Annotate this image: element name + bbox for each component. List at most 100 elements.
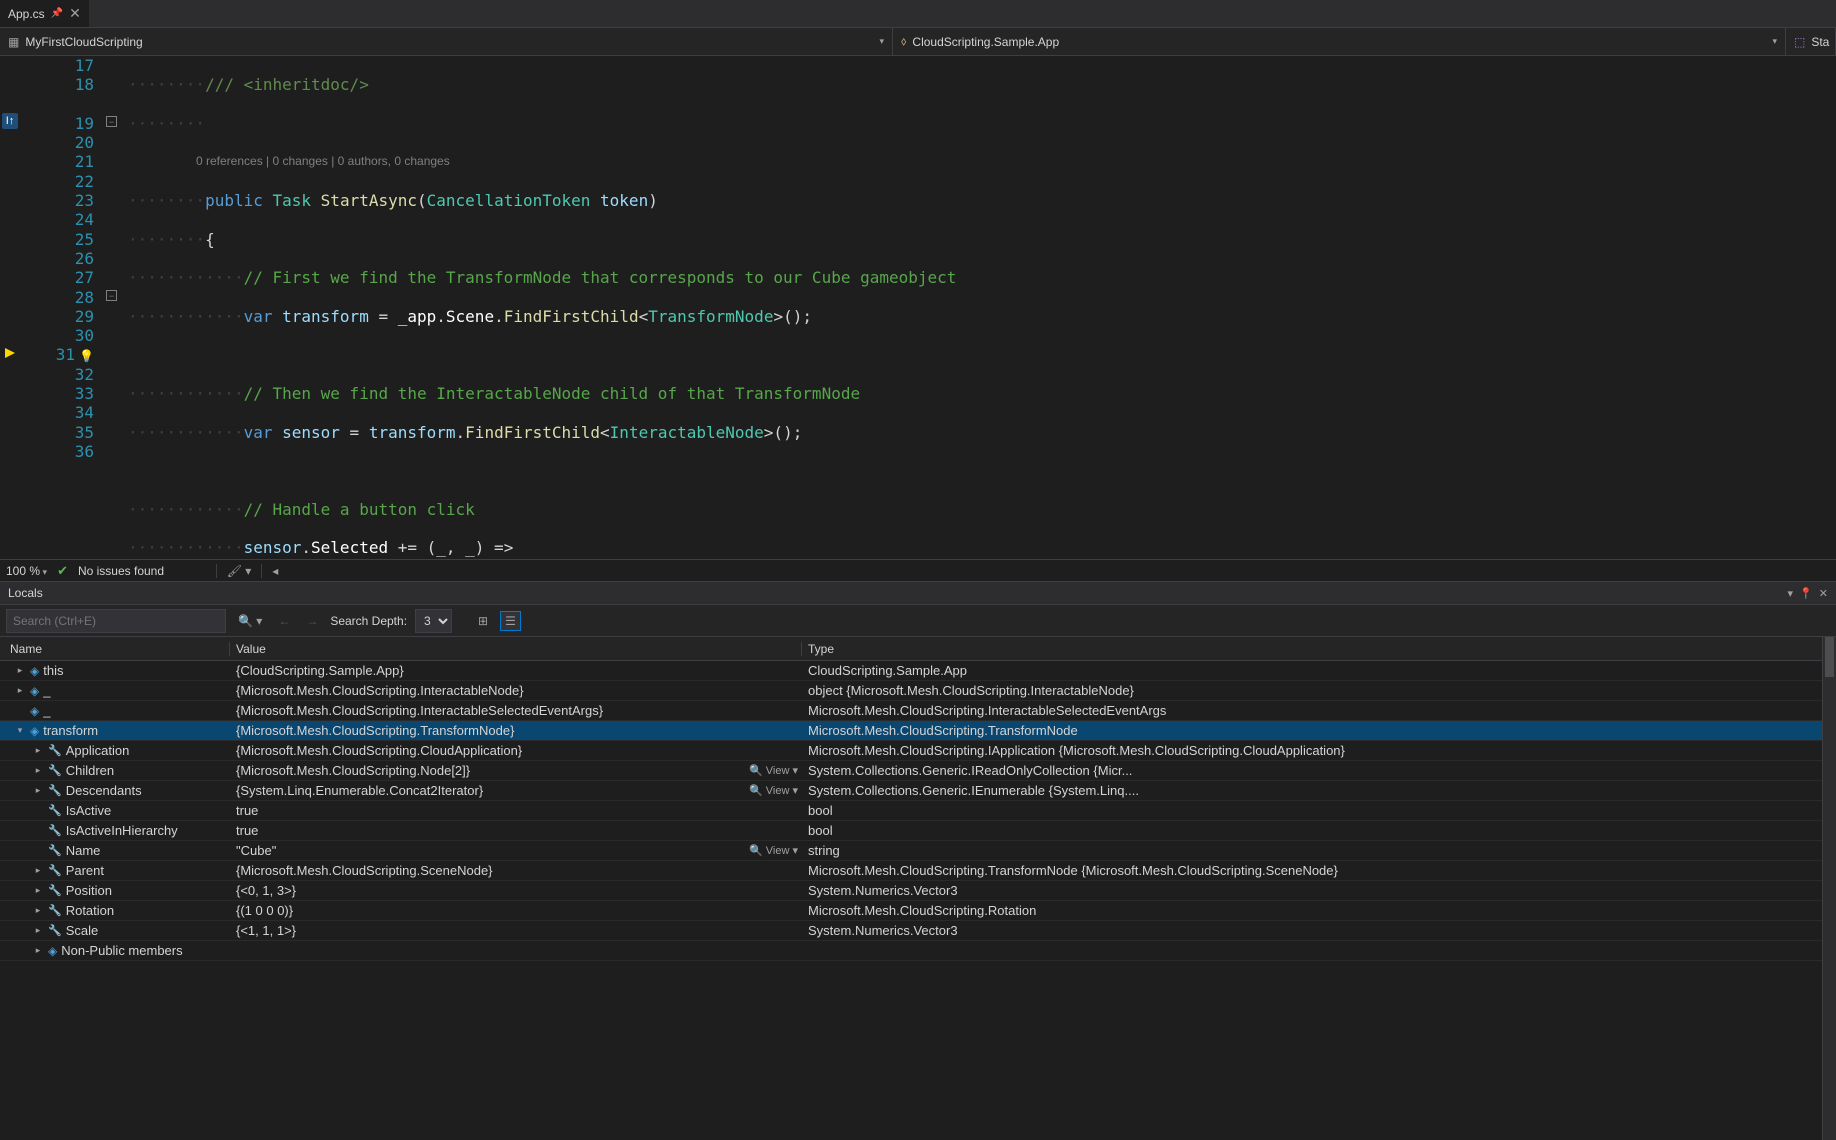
- locals-grid-header[interactable]: Name Value Type: [0, 637, 1836, 661]
- locals-name: Position: [66, 883, 112, 898]
- expander-icon[interactable]: ▸: [14, 665, 26, 676]
- locals-row[interactable]: 🔧IsActivetruebool: [0, 801, 1836, 821]
- breakpoint-margin[interactable]: I↑: [0, 56, 22, 559]
- method-cube-icon: ⬚: [1794, 35, 1805, 49]
- col-header-value[interactable]: Value: [230, 642, 802, 656]
- file-tab[interactable]: App.cs 📌 ✕: [0, 0, 89, 27]
- nav-prev-icon[interactable]: ←: [274, 612, 294, 630]
- locals-row[interactable]: ▸◈Non-Public members: [0, 941, 1836, 961]
- project-name: MyFirstCloudScripting: [25, 35, 142, 49]
- object-cube-icon: ◈: [30, 684, 39, 698]
- close-icon[interactable]: ✕: [1819, 587, 1828, 600]
- search-input[interactable]: [6, 609, 226, 633]
- locals-row[interactable]: ▸🔧Rotation{(1 0 0 0)}Microsoft.Mesh.Clou…: [0, 901, 1836, 921]
- locals-panel-header[interactable]: Locals ▾ 📍 ✕: [0, 581, 1836, 605]
- locals-row[interactable]: ▸◈_{Microsoft.Mesh.CloudScripting.Intera…: [0, 681, 1836, 701]
- locals-row[interactable]: ▸🔧Parent{Microsoft.Mesh.CloudScripting.S…: [0, 861, 1836, 881]
- locals-name: Application: [66, 743, 130, 758]
- locals-type: CloudScripting.Sample.App: [802, 663, 1836, 678]
- locals-type: bool: [802, 803, 1836, 818]
- locals-toolbar: 🔍 ▾ ← → Search Depth: 3 ⊞ ☰: [0, 605, 1836, 637]
- expander-icon[interactable]: ▸: [32, 865, 44, 876]
- expander-icon[interactable]: ▸: [32, 925, 44, 936]
- object-cube-icon: ◈: [48, 944, 57, 958]
- locals-row[interactable]: ▸🔧Scale{<1, 1, 1>}System.Numerics.Vector…: [0, 921, 1836, 941]
- locals-value: "Cube": [236, 843, 276, 858]
- locals-grid[interactable]: Name Value Type ▸◈this{CloudScripting.Sa…: [0, 637, 1836, 1140]
- locals-row[interactable]: ▸🔧Children{Microsoft.Mesh.CloudScripting…: [0, 761, 1836, 781]
- view-visualizer-link[interactable]: 🔍 View ▾: [749, 844, 802, 857]
- search-icon[interactable]: 🔍 ▾: [234, 612, 266, 630]
- locals-row[interactable]: ◈_{Microsoft.Mesh.CloudScripting.Interac…: [0, 701, 1836, 721]
- search-depth-label: Search Depth:: [330, 614, 407, 628]
- locals-row[interactable]: ▸ 🔧 Application {Microsoft.Mesh.CloudScript…: [0, 741, 1836, 761]
- locals-type: Microsoft.Mesh.CloudScripting.TransformN…: [802, 863, 1836, 878]
- info-bookmark-icon[interactable]: I↑: [2, 113, 18, 129]
- search-depth-select[interactable]: 3: [415, 609, 452, 633]
- col-header-name[interactable]: Name: [0, 642, 230, 656]
- locals-row[interactable]: ▸🔧Position{<0, 1, 3>}System.Numerics.Vec…: [0, 881, 1836, 901]
- member-name: Sta: [1811, 35, 1829, 49]
- locals-row[interactable]: 🔧IsActiveInHierarchytruebool: [0, 821, 1836, 841]
- issues-status[interactable]: No issues found: [78, 564, 164, 578]
- expander-icon[interactable]: ▸: [14, 685, 26, 696]
- expander-icon[interactable]: ▸: [32, 785, 44, 796]
- expander-icon[interactable]: ▸: [32, 765, 44, 776]
- object-cube-icon: ◈: [30, 724, 39, 738]
- locals-type: object {Microsoft.Mesh.CloudScripting.In…: [802, 683, 1836, 698]
- window-position-icon[interactable]: ▾: [1788, 587, 1794, 600]
- zoom-dropdown[interactable]: 100 %: [6, 564, 47, 578]
- debug-current-arrow-icon: [2, 345, 18, 361]
- tree-view-icon[interactable]: ⊞: [474, 612, 492, 630]
- expander-icon[interactable]: ▸: [32, 745, 44, 756]
- codelens[interactable]: 0 references | 0 changes | 0 authors, 0 …: [126, 152, 1836, 171]
- locals-type: System.Collections.Generic.IEnumerable {…: [802, 783, 1836, 798]
- project-dropdown[interactable]: ▦ MyFirstCloudScripting ▾: [0, 28, 893, 55]
- fold-toggle[interactable]: −: [106, 290, 117, 301]
- locals-type: Microsoft.Mesh.CloudScripting.TransformN…: [802, 723, 1836, 738]
- locals-type: Microsoft.Mesh.CloudScripting.Interactab…: [802, 703, 1836, 718]
- locals-name: this: [43, 663, 63, 678]
- col-header-type[interactable]: Type: [802, 642, 1836, 656]
- expander-icon[interactable]: ▸: [32, 885, 44, 896]
- locals-name: Scale: [66, 923, 99, 938]
- member-dropdown[interactable]: ⬚ Sta: [1786, 28, 1836, 55]
- property-wrench-icon: 🔧: [48, 744, 62, 757]
- property-wrench-icon: 🔧: [48, 884, 62, 897]
- locals-value: {System.Linq.Enumerable.Concat2Iterator}: [236, 783, 483, 798]
- locals-row[interactable]: 🔧Name"Cube"🔍 View ▾string: [0, 841, 1836, 861]
- nav-next-icon[interactable]: →: [302, 612, 322, 630]
- nav-back-icon[interactable]: ◂: [272, 564, 278, 578]
- locals-value: {Microsoft.Mesh.CloudScripting.Interacta…: [236, 683, 524, 698]
- locals-value: {Microsoft.Mesh.CloudScripting.Interacta…: [236, 703, 603, 718]
- view-visualizer-link[interactable]: 🔍 View ▾: [749, 764, 802, 777]
- locals-type: Microsoft.Mesh.CloudScripting.Rotation: [802, 903, 1836, 918]
- file-tab-label: App.cs: [8, 7, 45, 21]
- locals-row[interactable]: ▾◈transform{Microsoft.Mesh.CloudScriptin…: [0, 721, 1836, 741]
- fold-toggle[interactable]: −: [106, 116, 117, 127]
- locals-type: System.Numerics.Vector3: [802, 883, 1836, 898]
- expander-icon[interactable]: ▸: [32, 905, 44, 916]
- view-visualizer-link[interactable]: 🔍 View ▾: [749, 784, 802, 797]
- locals-row[interactable]: ▸◈this{CloudScripting.Sample.App}CloudSc…: [0, 661, 1836, 681]
- expander-icon[interactable]: ▸: [32, 945, 44, 956]
- close-icon[interactable]: ✕: [69, 5, 81, 22]
- fold-gutter[interactable]: − −: [102, 56, 126, 559]
- list-view-icon[interactable]: ☰: [500, 611, 521, 631]
- locals-type: System.Numerics.Vector3: [802, 923, 1836, 938]
- locals-value: {Microsoft.Mesh.CloudScripting.CloudAppl…: [236, 743, 522, 758]
- csharp-project-icon: ▦: [8, 35, 19, 49]
- scrollbar[interactable]: [1822, 637, 1836, 1140]
- expander-icon[interactable]: ▾: [14, 725, 26, 736]
- pin-icon[interactable]: 📍: [1799, 587, 1813, 600]
- type-dropdown[interactable]: ⬨ CloudScripting.Sample.App ▾: [893, 28, 1786, 55]
- scrollbar-thumb[interactable]: [1825, 637, 1834, 677]
- pin-icon[interactable]: 📌: [51, 8, 63, 19]
- code-body[interactable]: ········/// <inheritdoc/> ········/// <i…: [126, 56, 1836, 559]
- code-editor[interactable]: I↑ 17 18 19 20 21 22 23 24 25 26 27 28 2…: [0, 56, 1836, 559]
- brush-icon[interactable]: 🖌 ▾: [227, 564, 252, 578]
- locals-name: _: [43, 703, 50, 718]
- locals-row[interactable]: ▸🔧Descendants{System.Linq.Enumerable.Con…: [0, 781, 1836, 801]
- locals-name: transform: [43, 723, 98, 738]
- property-wrench-icon: 🔧: [48, 824, 62, 837]
